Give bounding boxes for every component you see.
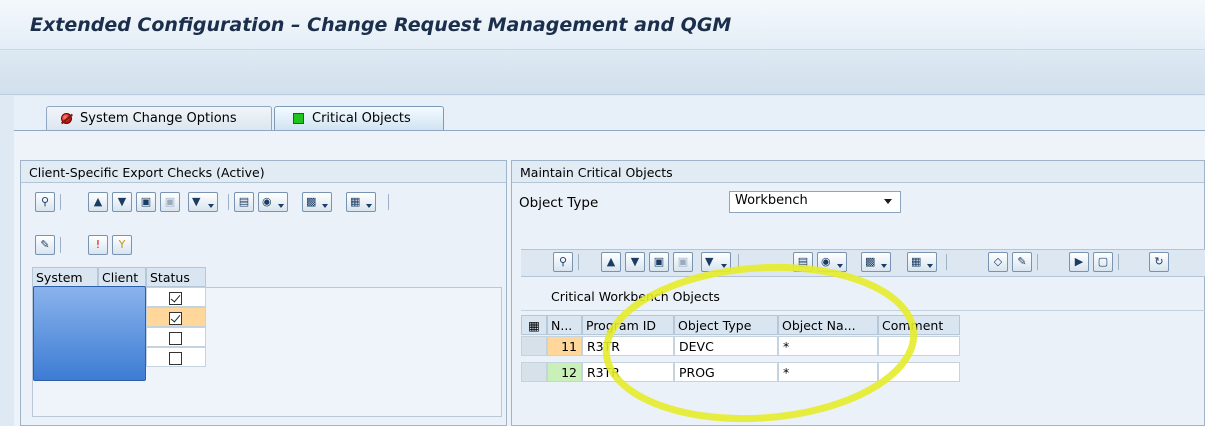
highlight-annotation	[602, 263, 918, 423]
